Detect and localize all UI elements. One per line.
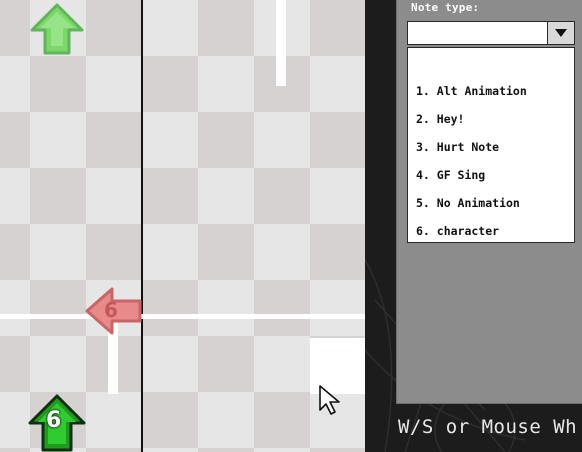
strumline-divider [141, 0, 143, 452]
up-arrow-icon[interactable] [28, 2, 86, 56]
chart-grid[interactable]: 6 6 [0, 0, 365, 452]
note-number-label: 6 [46, 408, 62, 433]
note-type-option[interactable]: 6. character [416, 221, 499, 241]
note-type-label: Note type: [411, 1, 480, 14]
dropdown-toggle-button[interactable] [547, 22, 574, 44]
left-arrow-icon[interactable]: 6 [84, 286, 144, 336]
mouse-cursor-icon [318, 384, 344, 420]
note-number-label: 6 [104, 298, 118, 322]
sustain-trail [276, 0, 286, 86]
controls-hint-text: W/S or Mouse Wh [398, 416, 578, 438]
note-type-options-list[interactable]: 1. Alt Animation 2. Hey! 3. Hurt Note 4.… [407, 47, 575, 243]
playhead-line [0, 314, 365, 319]
up-arrow-icon[interactable]: 6 [27, 394, 87, 452]
note-type-option[interactable]: 4. GF Sing [416, 165, 485, 185]
note-type-option[interactable]: 3. Hurt Note [416, 137, 499, 157]
note-type-option[interactable]: 5. No Animation [416, 193, 520, 213]
note-type-option[interactable]: 2. Hey! [416, 109, 464, 129]
chevron-down-icon [555, 29, 567, 37]
note-type-option[interactable]: 1. Alt Animation [416, 81, 527, 101]
note-type-dropdown[interactable] [407, 21, 575, 45]
